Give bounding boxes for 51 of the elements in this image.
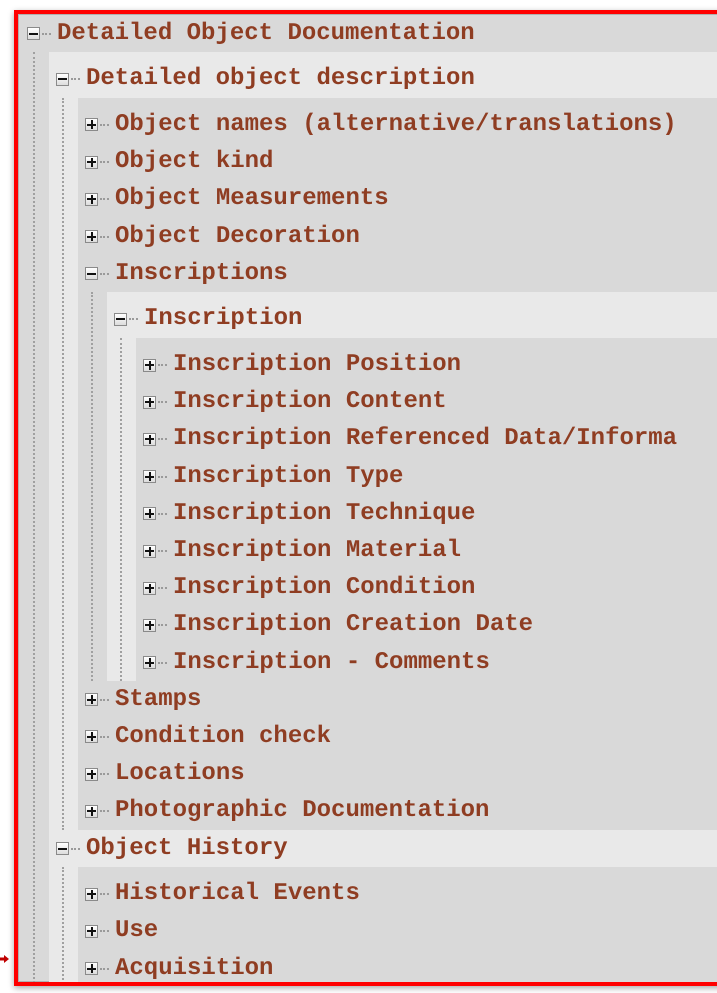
- tree-item-label[interactable]: Historical Events: [115, 882, 360, 906]
- expand-button[interactable]: [85, 924, 98, 938]
- tree-item-label[interactable]: Inscription Creation Date: [173, 613, 534, 638]
- expand-button[interactable]: [143, 358, 156, 372]
- expand-button[interactable]: [143, 396, 156, 409]
- tree-item-label[interactable]: Condition check: [115, 724, 332, 749]
- tree-item-label[interactable]: Acquisition: [115, 956, 274, 981]
- tree-item-label[interactable]: Object Measurements: [115, 187, 389, 212]
- expand-button[interactable]: [85, 962, 98, 976]
- tree-item-label[interactable]: Inscription: [144, 307, 302, 332]
- tree-item-label[interactable]: Stamps: [115, 688, 202, 712]
- expand-button[interactable]: [85, 730, 98, 744]
- collapse-button[interactable]: [56, 72, 69, 86]
- expand-button[interactable]: [143, 544, 156, 558]
- expand-button[interactable]: [85, 118, 98, 132]
- expand-button[interactable]: [85, 156, 98, 169]
- expand-button[interactable]: [143, 656, 156, 670]
- tree-item-label[interactable]: Locations: [115, 762, 245, 786]
- expand-button[interactable]: [85, 192, 98, 206]
- expand-button[interactable]: [143, 582, 156, 595]
- expand-button[interactable]: [143, 618, 156, 632]
- tree-item-label[interactable]: Inscription Referenced Data/Informa: [173, 427, 678, 452]
- expand-button[interactable]: [85, 804, 98, 818]
- collapse-button[interactable]: [85, 267, 98, 280]
- tree-item-label[interactable]: Inscription Content: [173, 390, 447, 414]
- tree-item-label[interactable]: Inscription Position: [173, 353, 462, 378]
- expand-button[interactable]: [85, 693, 98, 706]
- tree-item-label[interactable]: Detailed Object Documentation: [57, 22, 475, 46]
- tree-item-label[interactable]: Inscriptions: [115, 262, 288, 286]
- tree-item-label[interactable]: Inscription Type: [173, 464, 404, 489]
- tree-item-label[interactable]: Use: [115, 919, 158, 944]
- collapse-button[interactable]: [114, 312, 127, 326]
- expand-button[interactable]: [143, 470, 156, 484]
- tree-item-label[interactable]: Inscription Condition: [173, 576, 476, 600]
- expand-button[interactable]: [85, 230, 98, 244]
- expand-button[interactable]: [143, 507, 156, 520]
- tree-item-label[interactable]: Object names (alternative/translations): [115, 112, 677, 137]
- expand-button[interactable]: [143, 432, 156, 446]
- tree-item-label[interactable]: Inscription - Comments: [173, 650, 490, 675]
- tree-item-label[interactable]: Detailed object description: [86, 67, 475, 92]
- tree-item-label[interactable]: Inscription Technique: [173, 502, 476, 526]
- tree-item-label[interactable]: Inscription Material: [173, 539, 462, 564]
- collapse-button[interactable]: [56, 842, 69, 856]
- collapse-button[interactable]: [27, 27, 40, 40]
- expand-button[interactable]: [85, 888, 98, 901]
- expand-button[interactable]: [85, 768, 98, 781]
- tree-item-label[interactable]: Photographic Documentation: [115, 799, 490, 824]
- arrow-icon: [0, 955, 9, 963]
- tree-item-label[interactable]: Object kind: [115, 150, 274, 174]
- tree-item-label[interactable]: Object Decoration: [115, 224, 360, 249]
- tree-item-label[interactable]: Object History: [86, 836, 288, 861]
